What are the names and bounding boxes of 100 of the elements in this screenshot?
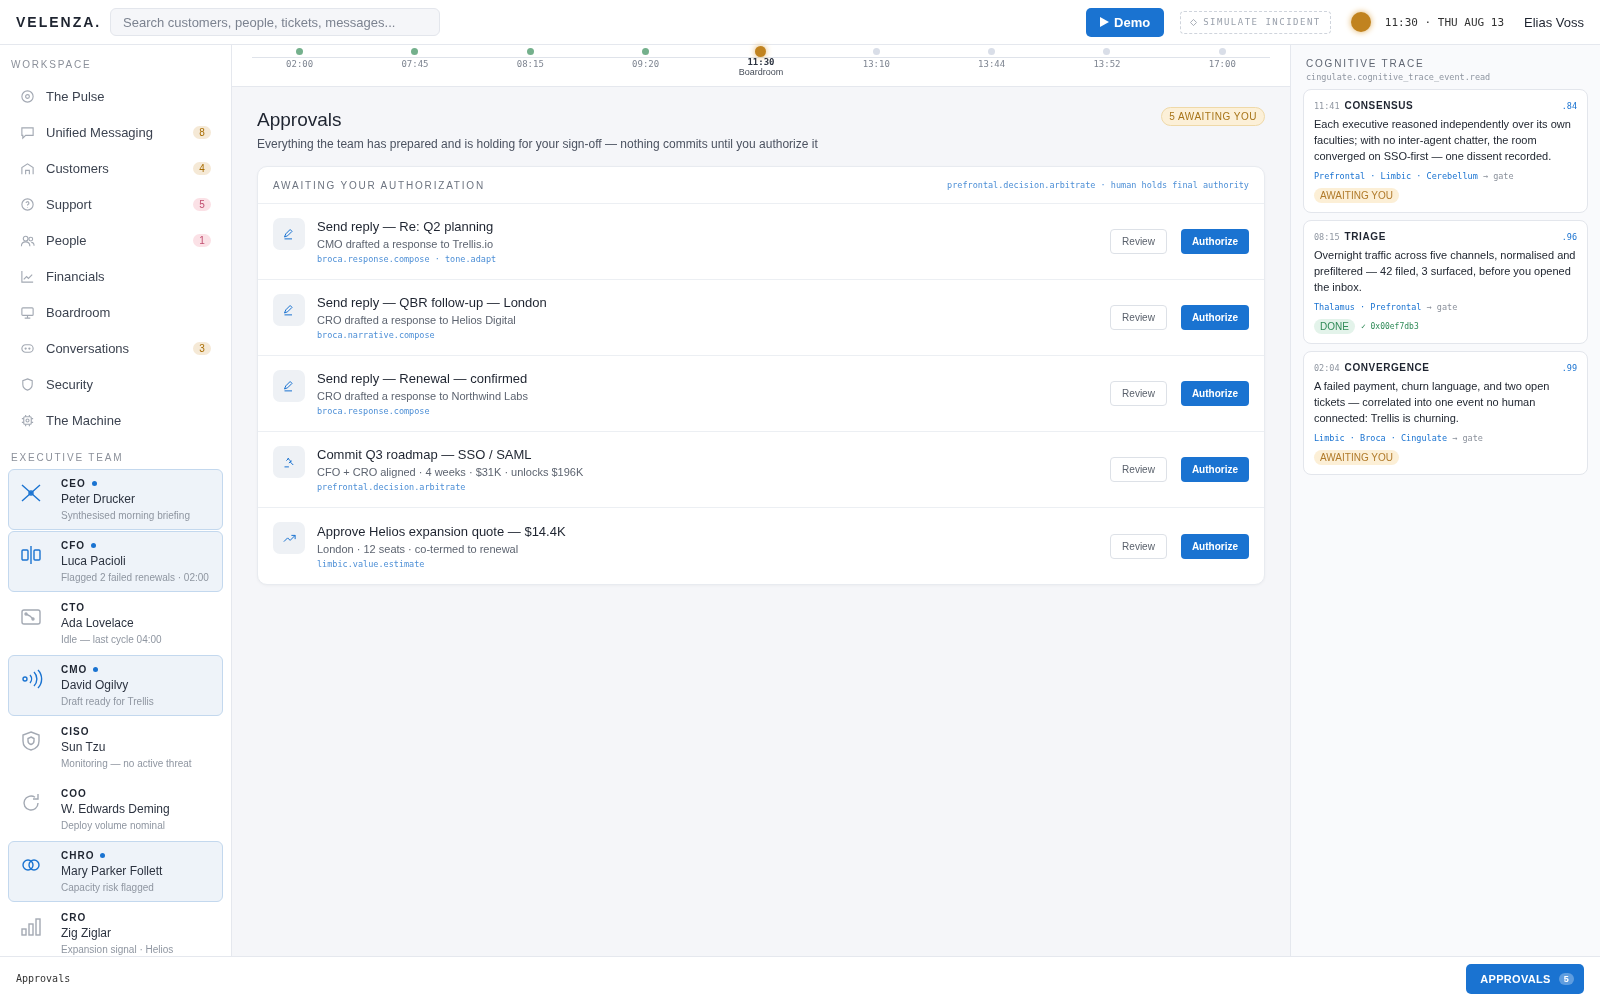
approval-tags: broca.response.compose: [317, 406, 1099, 416]
executive-card[interactable]: CHRO Mary Parker Follett Capacity risk flagged: [8, 841, 223, 902]
review-button[interactable]: Review: [1110, 305, 1167, 330]
role-label: COO: [61, 788, 87, 799]
nav-item[interactable]: Unified Messaging 8: [8, 114, 223, 150]
timeline-time: 07:45: [401, 59, 429, 69]
executive-name: David Ogilvy: [61, 678, 130, 692]
diamond-icon: [1190, 18, 1198, 26]
review-button[interactable]: Review: [1110, 229, 1167, 254]
event-route: Thalamus · Prefrontal → gate: [1314, 302, 1459, 312]
count-badge: 5: [193, 197, 211, 211]
play-icon: [1100, 17, 1110, 27]
section-heading: WORKSPACE: [10, 59, 93, 70]
executive-name: W. Edwards Deming: [61, 802, 171, 816]
executive-card[interactable]: CMO David Ogilvy Draft ready for Trellis: [8, 655, 223, 716]
timeline-time: 13:44: [978, 59, 1006, 69]
executive-card[interactable]: COO W. Edwards Deming Deploy volume nominal: [8, 779, 223, 840]
event-description: Each executive reasoned independently over its own faculties; with no inter-agent chatter, the room converged on SSO-first — one dissent recorded.: [1314, 117, 1572, 164]
status-chip: AWAITING YOU: [1314, 450, 1399, 465]
event-time: 08:15: [1314, 232, 1340, 242]
review-button[interactable]: Review: [1110, 533, 1167, 559]
chart-icon: [20, 268, 35, 284]
executive-status: Expansion signal · Helios: [61, 944, 175, 955]
user-name[interactable]: Elias Voss: [1524, 14, 1584, 30]
nav-item[interactable]: The Machine: [8, 402, 223, 438]
approval-title: Send reply — Re: Q2 planning: [317, 219, 495, 234]
review-button[interactable]: Review: [1110, 457, 1167, 482]
nav-item[interactable]: Security: [8, 366, 223, 402]
authorize-button[interactable]: Authorize: [1180, 381, 1249, 406]
nav-item[interactable]: Boardroom: [8, 294, 223, 330]
executive-name: Ada Lovelace: [61, 616, 135, 630]
approval-tags: broca.response.compose · tone.adapt: [317, 254, 1099, 264]
timeline-dot[interactable]: [872, 48, 880, 55]
nav-item[interactable]: The Pulse: [8, 78, 223, 114]
event-route: Prefrontal · Limbic · Cerebellum → gate: [1314, 171, 1515, 181]
avatar[interactable]: [1350, 12, 1371, 32]
timeline-dot[interactable]: [988, 48, 996, 55]
timeline-dot[interactable]: [642, 48, 650, 55]
timeline-dot[interactable]: [1103, 48, 1111, 55]
count-badge: 3: [193, 341, 211, 355]
timeline-dot[interactable]: [755, 46, 767, 57]
approval-detail: CMO drafted a response to Trellis.io: [317, 238, 495, 250]
count-badge: 8: [193, 125, 211, 139]
count-badge: 4: [193, 161, 211, 175]
timeline-time: 17:00: [1208, 59, 1236, 69]
monitor-icon: [20, 304, 35, 320]
executive-name: Peter Drucker: [61, 492, 137, 506]
approval-title: Send reply — QBR follow-up — London: [317, 295, 548, 310]
active-dot: [91, 543, 97, 548]
timeline-time: 13:52: [1093, 59, 1121, 69]
executive-icon: [19, 915, 43, 939]
executive-name: Luca Pacioli: [61, 554, 127, 568]
executive-card[interactable]: CEO Peter Drucker Synthesised morning briefing: [8, 469, 223, 530]
nav-item[interactable]: Financials: [8, 258, 223, 294]
event-description: Overnight traffic across five channels, normalised and prefiltered — 42 filed, 3 surfaced, before you opened the inbox.: [1314, 248, 1577, 295]
authorize-button[interactable]: Authorize: [1180, 229, 1249, 254]
trace-source: cingulate.cognitive_trace_event.read: [1305, 72, 1492, 82]
nav-item[interactable]: Conversations 3: [8, 330, 223, 366]
timeline-dot[interactable]: [411, 48, 419, 55]
event-title: CONSENSUS: [1344, 100, 1415, 111]
executive-card[interactable]: CISO Sun Tzu Monitoring — no active threat: [8, 717, 223, 778]
nav-item[interactable]: People 1: [8, 222, 223, 258]
section-heading: COGNITIVE TRACE: [1305, 58, 1426, 69]
executive-name: Mary Parker Follett: [61, 864, 164, 878]
timeline-dot[interactable]: [296, 48, 304, 55]
demo-button[interactable]: Demo: [1086, 7, 1165, 37]
pen-icon: [273, 370, 305, 402]
active-dot: [91, 481, 97, 486]
authorize-button[interactable]: Authorize: [1180, 457, 1249, 482]
event-score: .99: [1561, 363, 1577, 373]
event-title: TRIAGE: [1344, 231, 1387, 242]
approval-tags: limbic.value.estimate: [317, 558, 1099, 569]
search-field[interactable]: Search customers, people, tickets, messages...: [110, 8, 440, 36]
clock: 11:30 · THU AUG 13: [1384, 15, 1504, 29]
event-hash: ✓ 0x00ef7db3: [1360, 322, 1419, 331]
timeline-dot[interactable]: [526, 48, 534, 55]
timeline-dot[interactable]: [1218, 48, 1226, 55]
executive-name: Zig Ziglar: [61, 926, 112, 940]
approvals-button[interactable]: APPROVALS 5: [1466, 963, 1584, 994]
approval-detail: CRO drafted a response to Helios Digital: [317, 314, 517, 326]
executive-card[interactable]: CFO Luca Pacioli Flagged 2 failed renewals · 02:00: [8, 531, 223, 592]
executive-status: Draft ready for Trellis: [61, 696, 155, 707]
review-button[interactable]: Review: [1110, 381, 1167, 406]
executive-name: Sun Tzu: [61, 740, 107, 754]
status-chip: DONE: [1314, 319, 1355, 334]
executive-card[interactable]: CTO Ada Lovelace Idle — last cycle 04:00: [8, 593, 223, 654]
active-dot: [100, 853, 106, 858]
role-label: CISO: [61, 726, 90, 737]
executive-card[interactable]: CRO Zig Ziglar Expansion signal · Helios: [8, 903, 223, 956]
nav-item[interactable]: Support 5: [8, 186, 223, 222]
authorize-button[interactable]: Authorize: [1180, 533, 1249, 559]
card-hint: prefrontal.decision.arbitrate · human holds final authority: [947, 180, 1249, 190]
approval-tags: prefrontal.decision.arbitrate: [317, 482, 1099, 492]
status-chip: AWAITING YOU: [1314, 188, 1399, 203]
executive-status: Idle — last cycle 04:00: [61, 634, 163, 645]
approval-detail: CFO + CRO aligned · 4 weeks · $31K · unlocks $196K: [317, 466, 585, 478]
nav-item[interactable]: Customers 4: [8, 150, 223, 186]
event-time: 11:41: [1314, 101, 1340, 111]
authorize-button[interactable]: Authorize: [1180, 305, 1249, 330]
executive-status: Synthesised morning briefing: [61, 510, 191, 521]
